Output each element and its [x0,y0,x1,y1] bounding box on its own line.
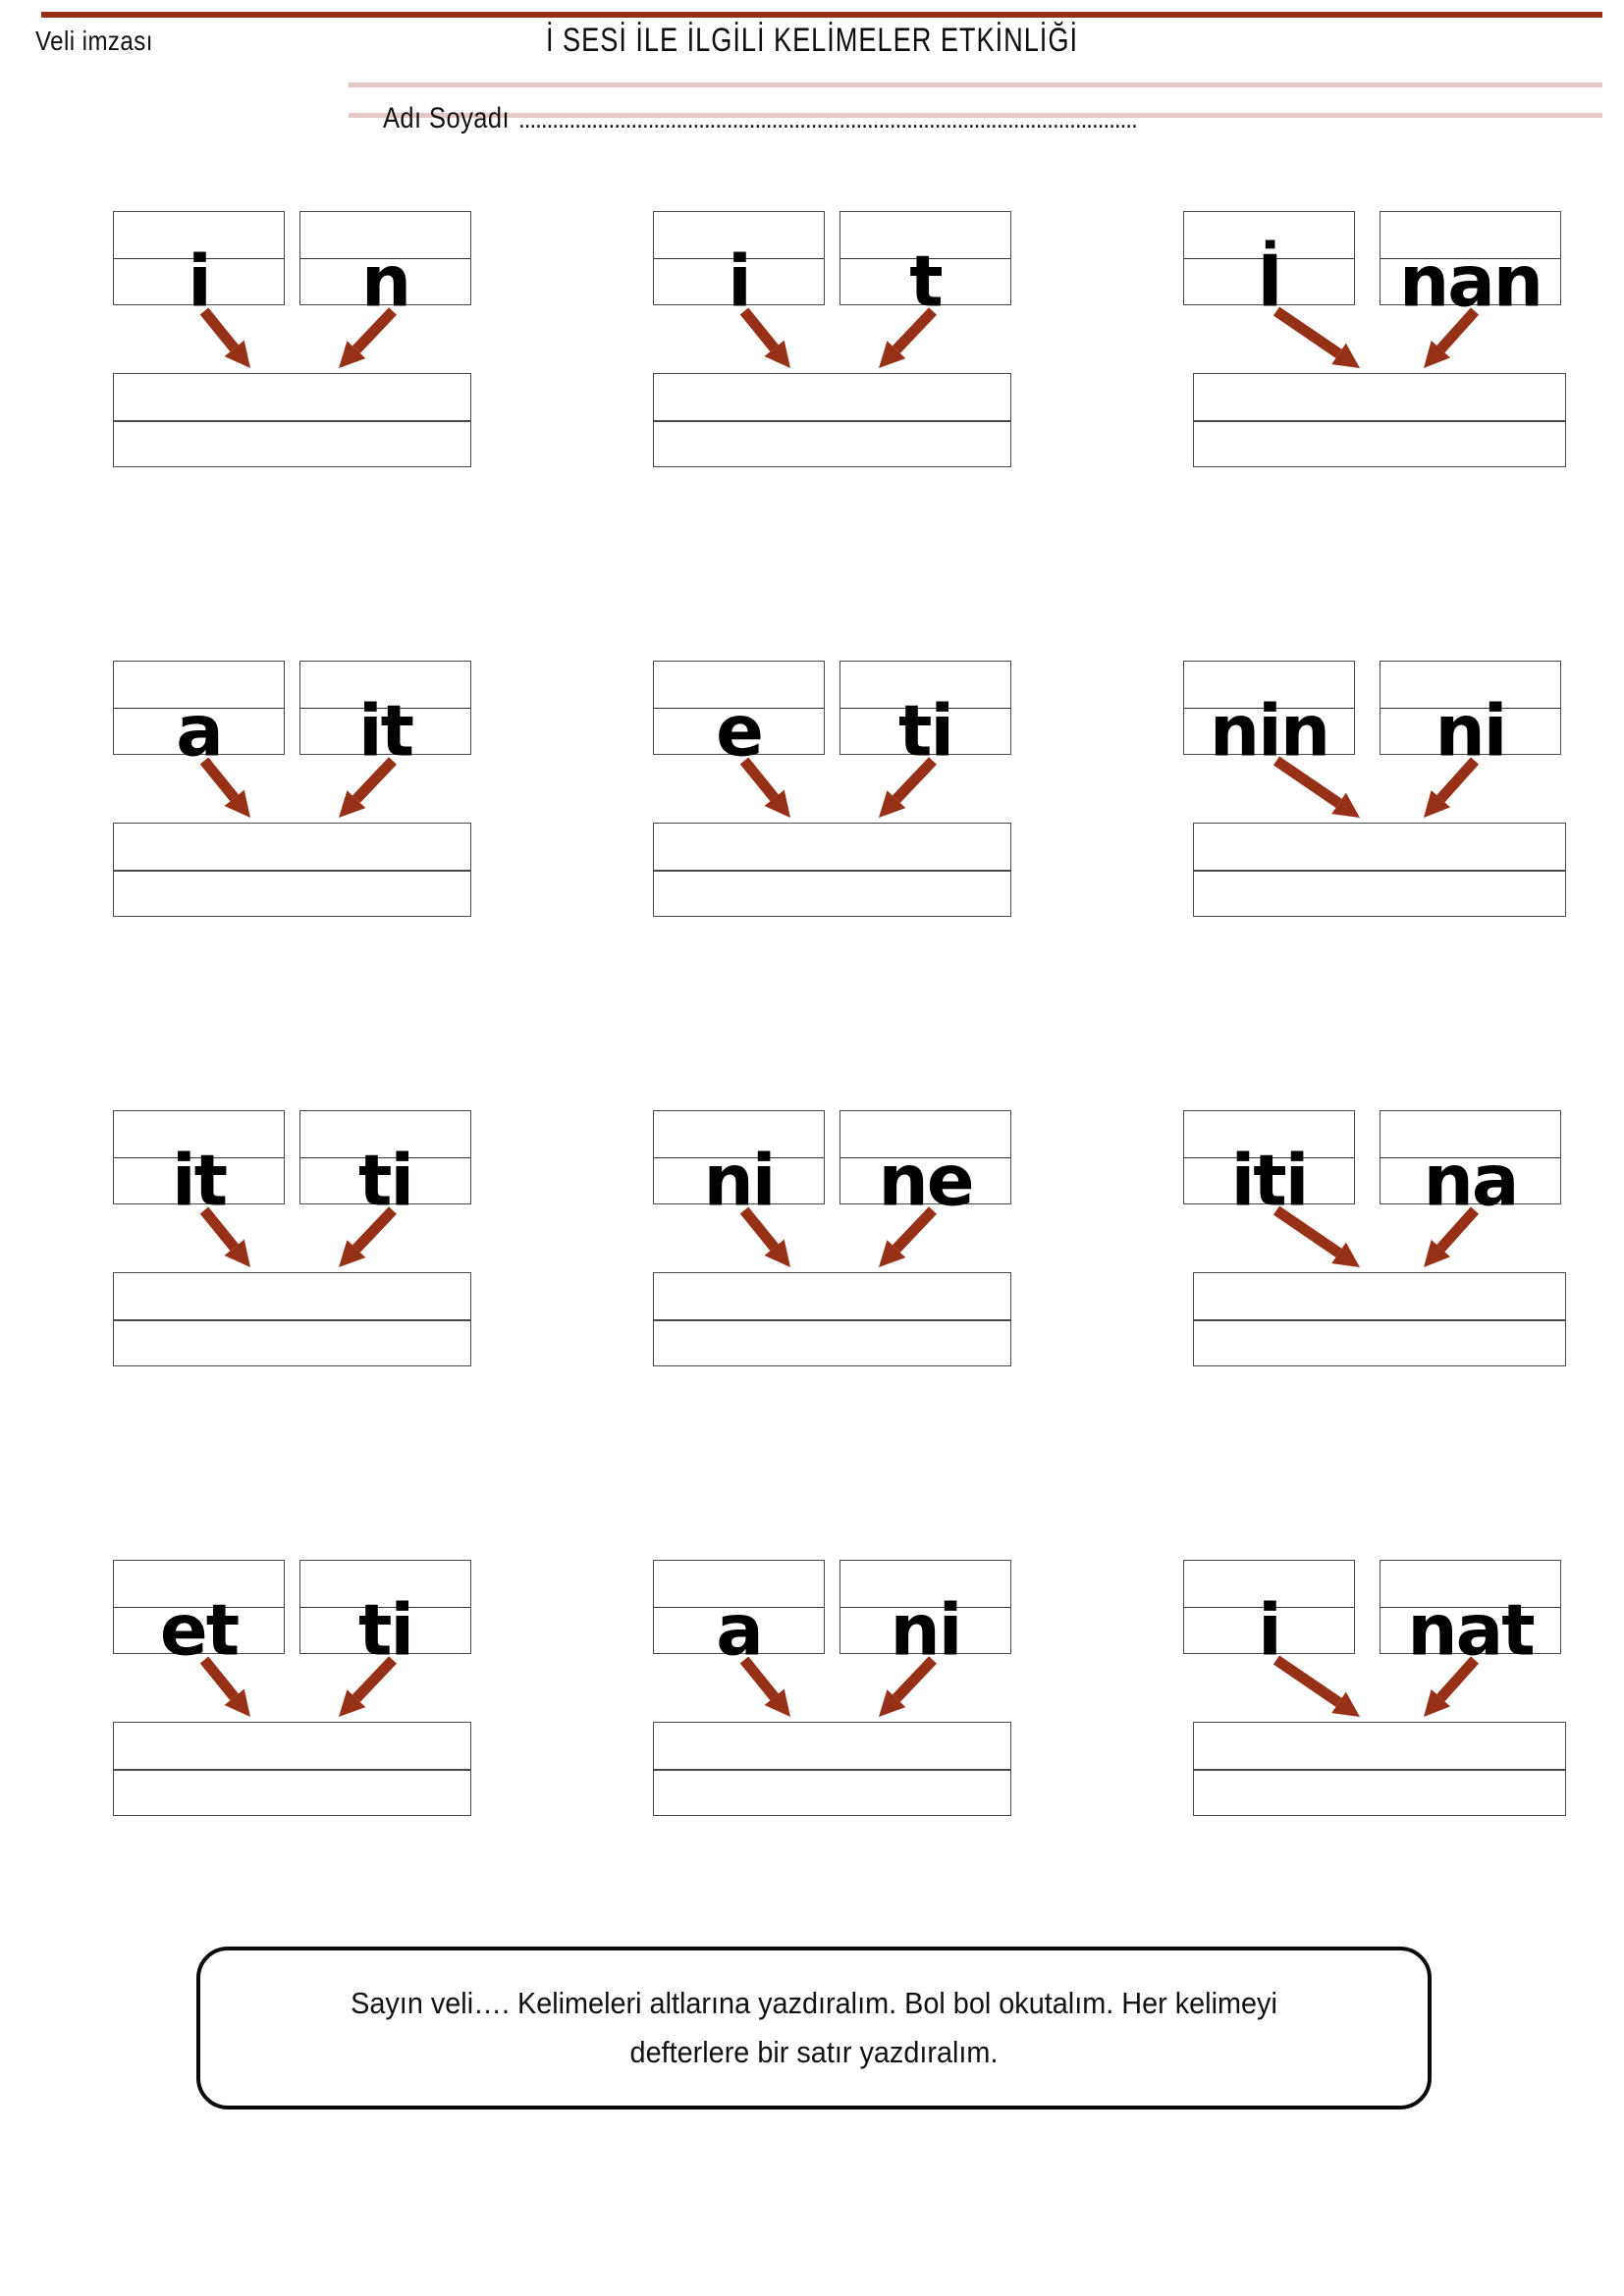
syllable-box-left: e [653,661,825,767]
parent-instruction-text: Sayın veli…. Kelimeleri altlarına yazdır… [351,1985,1277,2069]
syllable-box-left: İ [1183,211,1355,317]
answer-box[interactable] [1193,1722,1566,1816]
syllable-box-left: ni [653,1110,825,1216]
student-name-label: Adı Soyadı [383,102,511,134]
answer-box-midline [114,1769,470,1771]
answer-box-midline [114,420,470,422]
syllable-box-right: nan [1380,211,1561,317]
answer-box-midline [654,1769,1010,1771]
syllable-text: ne [878,1139,974,1222]
exercise-item: it [599,182,1110,476]
syllable-text: a [176,689,224,773]
parent-instruction-note: Sayın veli…. Kelimeleri altlarına yazdır… [196,1947,1432,2109]
syllable-box-right: it [299,661,471,767]
syllable-box-left: nin [1183,661,1355,767]
answer-box[interactable] [653,823,1011,917]
answer-box[interactable] [653,1272,1011,1366]
exercise-item: a it [59,631,569,926]
answer-box[interactable] [653,1722,1011,1816]
syllable-box-right: ti [299,1560,471,1666]
answer-box-midline [1194,870,1565,872]
syllable-text: nan [1398,240,1543,323]
answer-box[interactable] [113,373,471,467]
answer-box-midline [1194,420,1565,422]
answer-box[interactable] [113,1722,471,1816]
student-name-field[interactable]: Adı Soyadı .............................… [383,102,1190,135]
syllable-box-right: ne [839,1110,1011,1216]
syllable-text: ti [897,689,954,773]
syllable-box-left: iti [1183,1110,1355,1216]
syllable-text: ni [703,1139,777,1222]
syllable-box-left: i [1183,1560,1355,1666]
exercise-row: i n i t İnan [0,182,1624,476]
syllable-text: it [357,689,414,773]
syllable-box-left: et [113,1560,285,1666]
answer-box-midline [114,870,470,872]
exercise-grid: i n i t İnan a it e ti nin ni it ti ni ne iti na et ti a ni i… [0,182,1624,1899]
syllable-box-right: ti [299,1110,471,1216]
syllable-box-right: na [1380,1110,1561,1216]
syllable-text: it [171,1139,228,1222]
syllable-text: i [188,240,212,323]
syllable-box-right: t [839,211,1011,317]
syllable-text: ti [357,1588,414,1672]
syllable-box-left: i [653,211,825,317]
syllable-box-right: n [299,211,471,317]
syllable-text: İ [1257,240,1283,323]
syllable-text: na [1423,1139,1520,1222]
answer-box-midline [654,870,1010,872]
exercise-item: in [59,182,569,476]
syllable-text: ni [890,1588,963,1672]
exercise-item: ni ne [599,1081,1110,1375]
exercise-item: İnan [1129,182,1624,476]
answer-box-midline [1194,1769,1565,1771]
syllable-box-left: a [113,661,285,767]
exercise-item: iti na [1129,1081,1624,1375]
syllable-text: ti [357,1139,414,1222]
syllable-box-left: a [653,1560,825,1666]
syllable-text: i [728,240,752,323]
syllable-box-right: nat [1380,1560,1561,1666]
exercise-item: et ti [59,1530,569,1825]
header-top-rule [41,12,1602,18]
syllable-box-right: ti [839,661,1011,767]
exercise-item: it ti [59,1081,569,1375]
syllable-text: e [716,689,764,773]
worksheet-header: Veli imzası İ SESİ İLE İLGİLİ KELİMELER … [0,0,1624,182]
page-title: İ SESİ İLE İLGİLİ KELİMELER ETKİNLİĞİ [546,22,1078,59]
answer-box[interactable] [653,373,1011,467]
exercise-item: a ni [599,1530,1110,1825]
exercise-item: nin ni [1129,631,1624,926]
syllable-text: nat [1407,1588,1535,1672]
syllable-text: iti [1230,1139,1310,1222]
answer-box[interactable] [1193,823,1566,917]
exercise-row: a it e ti nin ni [0,631,1624,926]
answer-box-midline [654,420,1010,422]
syllable-text: t [909,240,943,323]
answer-box-midline [1194,1319,1565,1321]
answer-box-midline [654,1319,1010,1321]
syllable-text: nin [1209,689,1330,773]
syllable-box-right: ni [839,1560,1011,1666]
syllable-text: i [1258,1588,1282,1672]
syllable-text: et [159,1588,240,1672]
exercise-item: i nat [1129,1530,1624,1825]
header-pink-rule-upper [349,82,1602,87]
syllable-box-left: i [113,211,285,317]
answer-box-midline [114,1319,470,1321]
answer-box[interactable] [113,1272,471,1366]
exercise-item: e ti [599,631,1110,926]
student-name-dotted-line[interactable]: ........................................… [518,104,1138,134]
exercise-row: it ti ni ne iti na [0,1081,1624,1375]
answer-box[interactable] [1193,373,1566,467]
parent-signature-label: Veli imzası [35,26,153,56]
syllable-box-left: it [113,1110,285,1216]
syllable-text: a [716,1588,764,1672]
syllable-text: ni [1435,689,1508,773]
syllable-text: n [360,240,411,323]
syllable-box-right: ni [1380,661,1561,767]
answer-box[interactable] [113,823,471,917]
exercise-row: et ti a ni i nat [0,1530,1624,1825]
answer-box[interactable] [1193,1272,1566,1366]
